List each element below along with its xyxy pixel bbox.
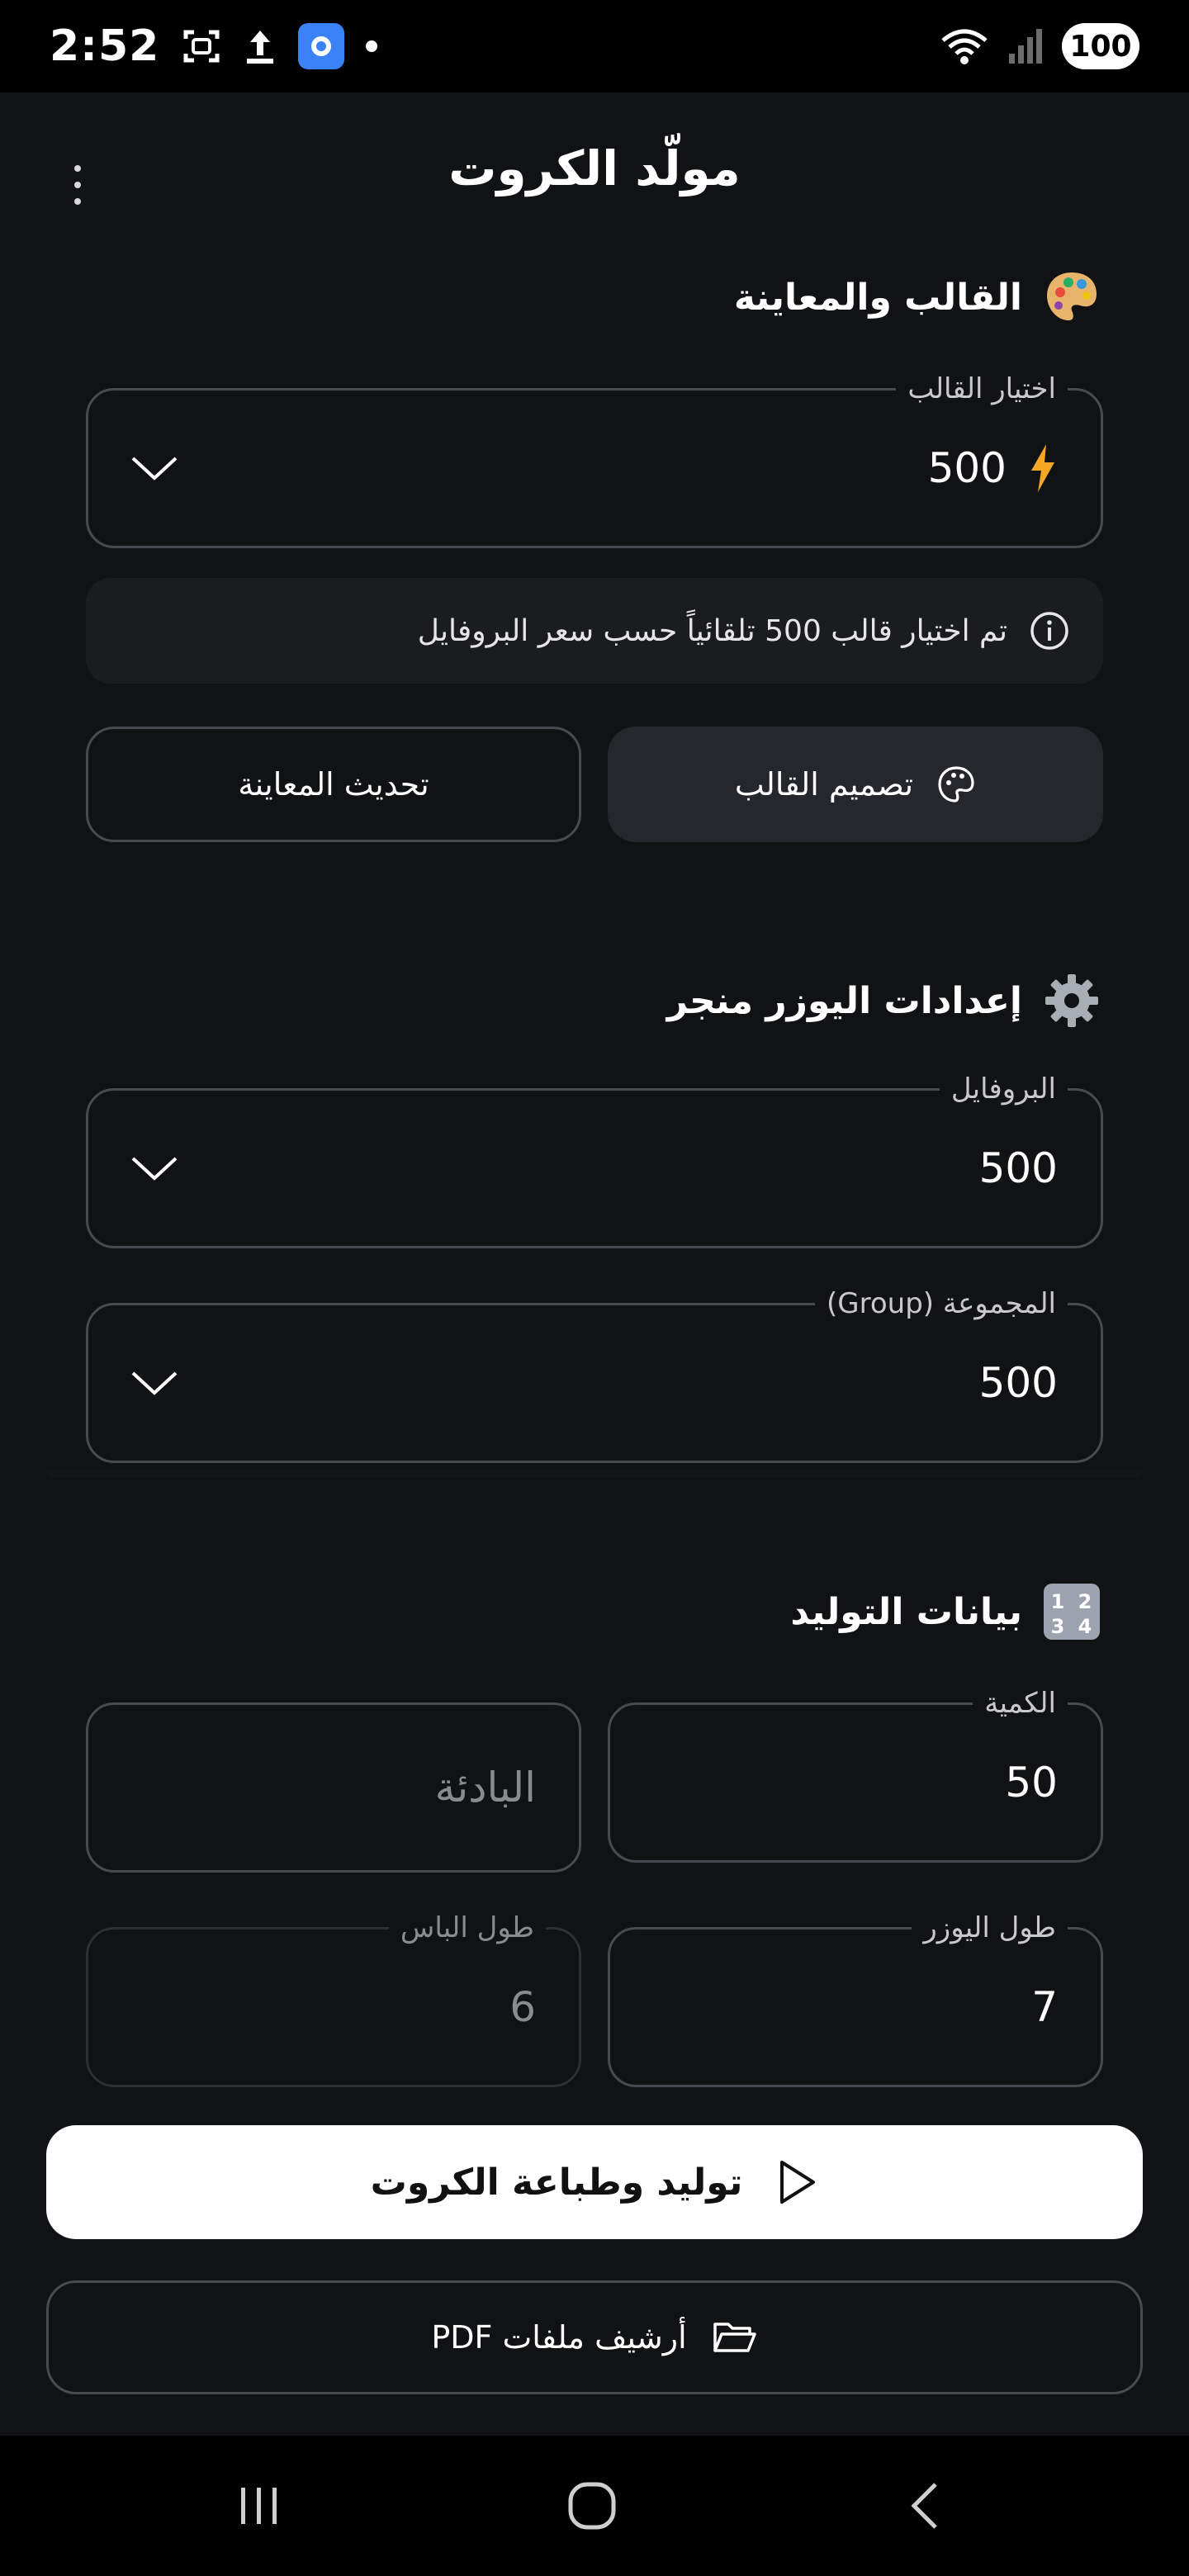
home-icon[interactable] bbox=[563, 2477, 621, 2535]
design-template-button[interactable]: تصميم القالب bbox=[608, 727, 1103, 842]
notification-dot bbox=[366, 40, 378, 52]
user-length-value: 7 bbox=[1031, 1983, 1058, 2031]
app-icon bbox=[298, 23, 345, 69]
section-template-label: القالب والمعاينة bbox=[733, 276, 1022, 319]
group-select-value: 500 bbox=[978, 1359, 1058, 1407]
palette-icon bbox=[1040, 266, 1103, 329]
quantity-value: 50 bbox=[1005, 1759, 1058, 1807]
signal-icon bbox=[1009, 29, 1042, 64]
chevron-down-icon bbox=[131, 1157, 178, 1181]
back-icon[interactable] bbox=[900, 2477, 950, 2535]
info-text: تم اختيار قالب 500 تلقائياً حسب سعر البر… bbox=[417, 613, 1007, 648]
template-select-label: اختيار القالب bbox=[896, 372, 1068, 405]
play-icon bbox=[780, 2161, 816, 2204]
quantity-field[interactable]: الكمية 50 bbox=[608, 1687, 1103, 1863]
profile-select[interactable]: البروفايل 500 bbox=[86, 1073, 1103, 1248]
app-screen: 2:52 100 مولّد الكروت القالب والمعاينة ا… bbox=[0, 0, 1189, 2576]
info-message: تم اختيار قالب 500 تلقائياً حسب سعر البر… bbox=[86, 578, 1103, 684]
chevron-down-icon bbox=[131, 1371, 178, 1395]
section-divider bbox=[46, 1470, 1143, 1478]
pdf-archive-button[interactable]: أرشيف ملفات PDF bbox=[46, 2280, 1143, 2394]
page-title: مولّد الكروت bbox=[448, 140, 741, 197]
group-select[interactable]: المجموعة (Group) 500 bbox=[86, 1287, 1103, 1463]
svg-text:4: 4 bbox=[1078, 1615, 1092, 1638]
quantity-label: الكمية bbox=[973, 1687, 1068, 1720]
status-time: 2:52 bbox=[50, 21, 160, 71]
wifi-icon bbox=[941, 29, 988, 64]
folder-open-icon bbox=[713, 2323, 756, 2352]
recent-apps-icon[interactable] bbox=[234, 2477, 284, 2535]
chevron-down-icon bbox=[131, 457, 178, 481]
battery-indicator: 100 bbox=[1062, 23, 1139, 69]
pass-length-field[interactable]: طول الباس 6 bbox=[86, 1911, 581, 2087]
refresh-preview-button[interactable]: تحديث المعاينة bbox=[86, 727, 581, 842]
generate-print-button[interactable]: توليد وطباعة الكروت bbox=[46, 2125, 1143, 2239]
prefix-field[interactable]: البادئة bbox=[86, 1702, 581, 1873]
svg-text:2: 2 bbox=[1078, 1590, 1092, 1613]
generate-print-label: توليد وطباعة الكروت bbox=[370, 2161, 743, 2204]
gear-icon bbox=[1040, 969, 1103, 1032]
prefix-placeholder: البادئة bbox=[434, 1764, 536, 1811]
user-length-field[interactable]: طول اليوزر 7 bbox=[608, 1911, 1103, 2087]
svg-text:1: 1 bbox=[1051, 1590, 1065, 1613]
app-header: مولّد الكروت bbox=[0, 92, 1189, 249]
info-icon bbox=[1030, 612, 1068, 650]
lightning-icon bbox=[1031, 444, 1054, 492]
pass-length-value: 6 bbox=[509, 1983, 536, 2031]
profile-select-value: 500 bbox=[978, 1144, 1058, 1192]
section-usermanager-label: إعدادات اليوزر منجر bbox=[666, 979, 1022, 1022]
refresh-preview-label: تحديث المعاينة bbox=[238, 766, 429, 803]
pdf-archive-label: أرشيف ملفات PDF bbox=[431, 2319, 687, 2356]
section-generation-label: بيانات التوليد bbox=[790, 1590, 1022, 1633]
profile-select-label: البروفايل bbox=[939, 1073, 1068, 1106]
status-bar: 2:52 100 bbox=[0, 0, 1189, 92]
section-usermanager-title: إعدادات اليوزر منجر bbox=[667, 969, 1103, 1032]
user-length-label: طول اليوزر bbox=[912, 1911, 1068, 1944]
svg-text:3: 3 bbox=[1051, 1615, 1065, 1638]
section-template-title: القالب والمعاينة bbox=[734, 266, 1103, 329]
pass-length-label: طول الباس bbox=[388, 1911, 546, 1944]
group-select-label: المجموعة (Group) bbox=[815, 1287, 1068, 1320]
screenshot-icon bbox=[183, 30, 220, 63]
section-generation-title: 1 2 3 4 بيانات التوليد bbox=[790, 1580, 1103, 1643]
palette-outline-icon bbox=[938, 766, 974, 803]
upload-icon bbox=[247, 31, 274, 64]
template-select[interactable]: اختيار القالب 500 bbox=[86, 372, 1103, 548]
template-select-value: 500 bbox=[927, 444, 1007, 492]
system-nav-bar bbox=[0, 2436, 1189, 2576]
design-template-label: تصميم القالب bbox=[734, 766, 914, 803]
numbers-icon: 1 2 3 4 bbox=[1040, 1580, 1103, 1643]
